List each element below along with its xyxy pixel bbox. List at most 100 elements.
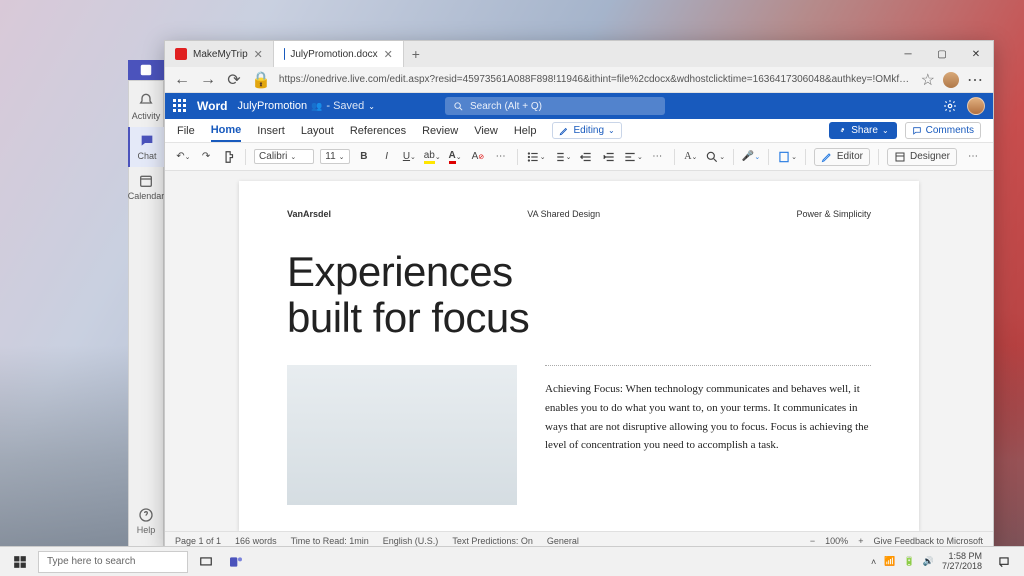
rail-chat[interactable]: Chat — [128, 127, 164, 167]
comments-button[interactable]: Comments — [905, 122, 981, 139]
taskbar-search[interactable]: Type here to search — [38, 551, 188, 573]
maximize-button[interactable]: ▢ — [925, 41, 959, 67]
new-tab-button[interactable]: + — [404, 41, 428, 67]
refresh-button[interactable]: ⟳ — [225, 71, 243, 89]
font-color-button[interactable]: A⌄ — [447, 147, 464, 167]
share-icon — [837, 126, 847, 136]
close-icon[interactable]: ✕ — [384, 48, 393, 61]
rail-activity[interactable]: Activity — [128, 87, 164, 127]
system-clock[interactable]: 1:58 PM 7/27/2018 — [942, 552, 982, 572]
numbering-button[interactable]: ⌄ — [552, 147, 572, 167]
dictate-button[interactable]: 🎤⌄ — [742, 147, 760, 167]
tab-help[interactable]: Help — [514, 121, 537, 141]
font-selector[interactable]: Calibri⌄ — [254, 149, 314, 164]
font-name: Calibri — [259, 151, 287, 162]
comment-icon — [912, 126, 922, 136]
document-canvas[interactable]: VanArsdel VA Shared Design Power & Simpl… — [165, 171, 993, 531]
clock-date: 7/27/2018 — [942, 562, 982, 572]
status-readtime[interactable]: Time to Read: 1min — [291, 536, 369, 546]
outdent-button[interactable] — [578, 147, 595, 167]
more-font-button[interactable]: ⋯ — [492, 147, 509, 167]
tray-battery-icon[interactable]: 🔋 — [904, 556, 915, 567]
overflow-button[interactable]: ⋯ — [963, 147, 983, 167]
indent-button[interactable] — [600, 147, 617, 167]
search-icon — [453, 101, 464, 112]
comments-label: Comments — [926, 125, 974, 136]
tab-layout[interactable]: Layout — [301, 121, 334, 141]
status-language[interactable]: English (U.S.) — [383, 536, 439, 546]
tab-view[interactable]: View — [474, 121, 498, 141]
styles-button[interactable]: A⌄ — [682, 147, 699, 167]
task-view-button[interactable] — [192, 548, 220, 576]
find-button[interactable]: ⌄ — [705, 147, 725, 167]
feedback-link[interactable]: Give Feedback to Microsoft — [873, 536, 983, 546]
close-icon[interactable]: ✕ — [254, 48, 263, 61]
teams-taskbar-icon[interactable] — [222, 548, 250, 576]
tab-insert[interactable]: Insert — [257, 121, 285, 141]
close-button[interactable]: ✕ — [959, 41, 993, 67]
chevron-down-icon: ⌄ — [882, 126, 889, 135]
bold-button[interactable]: B — [356, 147, 373, 167]
favorite-button[interactable]: ☆ — [921, 70, 935, 90]
designer-button[interactable]: Designer — [887, 148, 957, 166]
tab-julypromotion[interactable]: JulyPromotion.docx ✕ — [274, 41, 404, 67]
designer-icon — [894, 151, 906, 163]
profile-avatar[interactable] — [943, 72, 959, 88]
zoom-out-button[interactable]: − — [810, 536, 815, 546]
menu-button[interactable]: ⋯ — [967, 70, 985, 90]
tab-file[interactable]: File — [177, 121, 195, 141]
align-button[interactable]: ⌄ — [623, 147, 643, 167]
gear-icon[interactable] — [943, 99, 957, 113]
notifications-button[interactable] — [990, 548, 1018, 576]
tray-chevron-icon[interactable]: ˄ — [871, 557, 876, 567]
format-painter-button[interactable] — [220, 147, 237, 167]
ribbon-tabs: File Home Insert Layout References Revie… — [165, 119, 993, 143]
app-launcher-icon[interactable] — [173, 99, 187, 113]
rail-help[interactable]: Help — [128, 501, 164, 541]
undo-button[interactable]: ↶⌄ — [175, 147, 192, 167]
status-page[interactable]: Page 1 of 1 — [175, 536, 221, 546]
doc-image-placeholder — [287, 365, 517, 505]
font-size-selector[interactable]: 11⌄ — [320, 149, 349, 164]
tray-volume-icon[interactable]: 🔊 — [923, 556, 934, 567]
start-button[interactable] — [6, 548, 34, 576]
zoom-in-button[interactable]: + — [858, 536, 863, 546]
tab-home[interactable]: Home — [211, 120, 242, 142]
editor-icon — [821, 151, 833, 163]
user-avatar[interactable] — [967, 97, 985, 115]
share-button[interactable]: Share ⌄ — [829, 122, 896, 139]
status-words[interactable]: 166 words — [235, 536, 277, 546]
tray-network-icon[interactable]: 📶 — [884, 556, 895, 567]
doc-title[interactable]: JulyPromotion 👥 - Saved ⌄ — [237, 100, 375, 112]
editor-button[interactable]: Editor — [814, 148, 870, 166]
tab-label: JulyPromotion.docx — [290, 49, 377, 60]
status-predictions[interactable]: Text Predictions: On — [452, 536, 533, 546]
search-box[interactable]: Search (Alt + Q) — [445, 97, 665, 115]
more-para-button[interactable]: ⋯ — [649, 147, 666, 167]
forward-button[interactable]: → — [199, 71, 217, 89]
chevron-down-icon: ⌄ — [608, 126, 615, 135]
url-text[interactable]: https://onedrive.live.com/edit.aspx?resi… — [279, 74, 913, 85]
clear-format-button[interactable]: A⊘ — [469, 147, 486, 167]
redo-button[interactable]: ↷ — [198, 147, 215, 167]
tab-review[interactable]: Review — [422, 121, 458, 141]
status-general[interactable]: General — [547, 536, 579, 546]
reuse-button[interactable]: ⌄ — [777, 147, 797, 167]
editing-mode-button[interactable]: Editing ⌄ — [552, 122, 621, 139]
highlight-button[interactable]: ab⌄ — [424, 147, 441, 167]
italic-button[interactable]: I — [378, 147, 395, 167]
share-label: Share — [851, 125, 878, 136]
minimize-button[interactable]: ─ — [891, 41, 925, 67]
zoom-level[interactable]: 100% — [825, 536, 848, 546]
saved-status: - Saved — [326, 100, 364, 112]
app-name: Word — [197, 99, 227, 113]
rail-calendar[interactable]: Calendar — [128, 167, 164, 207]
underline-button[interactable]: U⌄ — [401, 147, 418, 167]
windows-taskbar: Type here to search ˄ 📶 🔋 🔊 1:58 PM 7/27… — [0, 546, 1024, 576]
rail-help-label: Help — [137, 525, 156, 535]
tab-makemytrip[interactable]: MakeMyTrip ✕ — [165, 41, 274, 67]
bullets-button[interactable]: ⌄ — [526, 147, 546, 167]
tab-references[interactable]: References — [350, 121, 406, 141]
back-button[interactable]: ← — [173, 71, 191, 89]
lock-icon: 🔒 — [251, 70, 271, 90]
